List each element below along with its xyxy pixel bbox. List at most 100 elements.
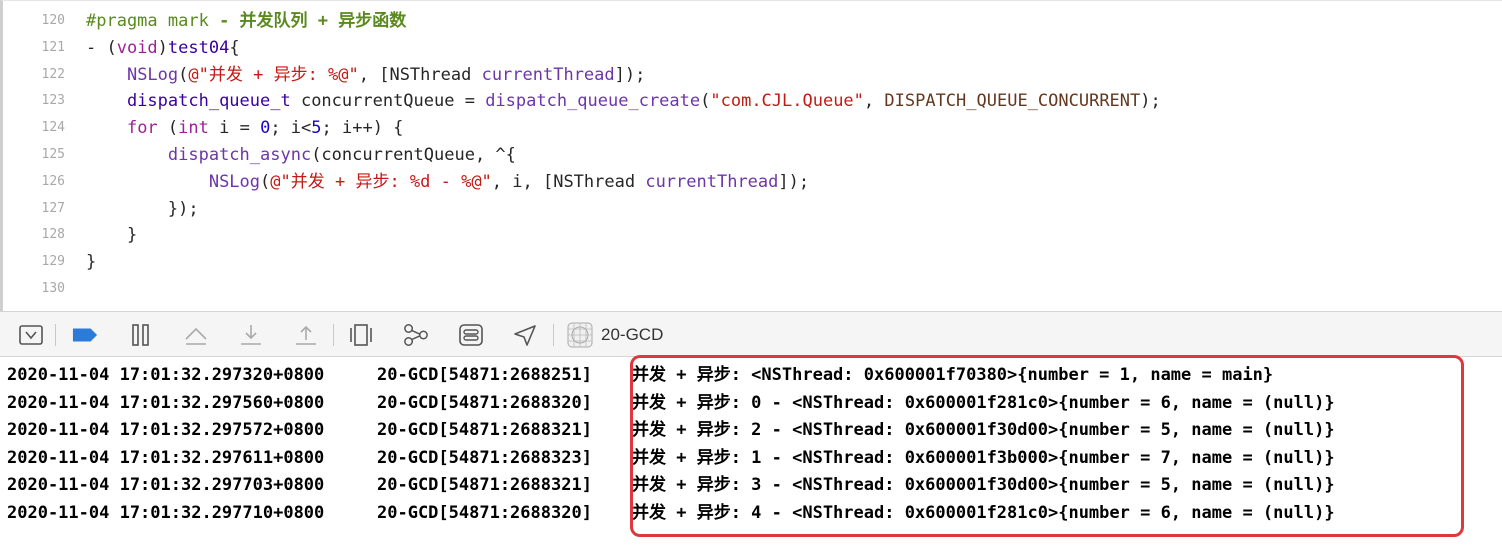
- memory-graph-icon: [404, 324, 428, 346]
- source-editor[interactable]: 120 #pragma mark - 并发队列 + 异步函数 121 - (void)…: [0, 0, 1502, 311]
- code-token: ; i++) {: [321, 118, 404, 139]
- code-token: int: [178, 118, 209, 139]
- code-token: });: [86, 198, 199, 219]
- line-number: 130: [41, 281, 65, 296]
- code-token: {: [229, 37, 240, 58]
- log-process: 20-GCD[54871:2688251]: [377, 365, 592, 385]
- location-icon: [514, 325, 536, 346]
- line-number: 120: [41, 13, 65, 28]
- code-token: (: [260, 171, 271, 192]
- console-log-line[interactable]: 2020-11-04 17:01:32.297710+0800 20-GCD[54…: [7, 500, 1335, 527]
- console-log-line[interactable]: 2020-11-04 17:01:32.297611+0800 20-GCD[54…: [7, 445, 1335, 472]
- step-over-icon: [185, 327, 207, 345]
- line-number: 128: [41, 227, 65, 243]
- code-token: (: [700, 91, 711, 112]
- line-number: 125: [41, 147, 65, 162]
- code-token: "com.CJL.Queue": [710, 91, 864, 112]
- log-message: 并发 + 异步: 2 - <NSThread: 0x600001f30d00>{…: [632, 420, 1335, 441]
- code-token: 5: [311, 118, 322, 139]
- code-token: ,: [863, 91, 885, 112]
- step-over-button[interactable]: [183, 322, 209, 348]
- code-token: 0: [260, 118, 271, 139]
- code-token: , i, [NSThread: [491, 171, 646, 192]
- log-timestamp: 2020-11-04 17:01:32.297710+0800: [7, 503, 325, 523]
- code-token: (: [178, 64, 189, 85]
- view-hierarchy-button[interactable]: [348, 322, 374, 348]
- breakpoint-icon: [72, 328, 98, 342]
- target-label[interactable]: 20-GCD: [601, 325, 663, 345]
- code-text: for (int i = 0; i<5; i++) {: [86, 116, 403, 140]
- line-number: 122: [41, 66, 65, 82]
- pause-button[interactable]: [128, 322, 154, 348]
- environment-overrides-icon: [459, 324, 483, 346]
- code-text: }: [86, 223, 137, 247]
- line-number: 123: [41, 93, 65, 109]
- code-text: NSLog(@"并发 + 异步: %@", [NSThread currentT…: [86, 63, 645, 87]
- code-token: , [NSThread: [358, 64, 482, 85]
- console-log-line[interactable]: 2020-11-04 17:01:32.297572+0800 20-GCD[54…: [7, 417, 1335, 444]
- line-number: 121: [41, 39, 65, 55]
- code-token: for: [126, 118, 158, 139]
- code-text: dispatch_async(concurrentQueue, ^{: [86, 143, 516, 167]
- console-log-line[interactable]: 2020-11-04 17:01:32.297320+0800 20-GCD[54…: [7, 362, 1273, 389]
- code-text: NSLog(@"并发 + 异步: %d - %@", i, [NSThread …: [86, 170, 809, 194]
- target-selector[interactable]: [567, 322, 593, 348]
- code-text: #pragma mark - 并发队列 + 异步函数: [86, 9, 406, 33]
- log-timestamp: 2020-11-04 17:01:32.297320+0800: [7, 365, 325, 385]
- code-token: dispatch_async: [167, 145, 312, 165]
- log-message: 并发 + 异步: 3 - <NSThread: 0x600001f30d00>{…: [632, 475, 1335, 496]
- toolbar-divider: [553, 324, 554, 346]
- log-process: 20-GCD[54871:2688320]: [377, 503, 592, 523]
- breakpoints-toggle-button[interactable]: [72, 322, 98, 348]
- line-number: 126: [41, 173, 65, 189]
- step-into-button[interactable]: [238, 322, 264, 348]
- code-token: @"并发 + 异步: %@": [188, 64, 359, 85]
- toolbar-divider: [55, 324, 56, 346]
- code-token: }: [86, 252, 97, 273]
- log-process: 20-GCD[54871:2688323]: [377, 447, 592, 468]
- console-output[interactable]: 2020-11-04 17:01:32.297320+0800 20-GCD[54…: [0, 357, 1502, 546]
- code-token: void: [116, 37, 158, 58]
- code-token: ]);: [614, 64, 646, 85]
- environment-overrides-button[interactable]: [458, 322, 484, 348]
- log-timestamp: 2020-11-04 17:01:32.297572+0800: [7, 420, 325, 441]
- code-token: - 并发队列 + 异步函数: [219, 11, 407, 31]
- log-timestamp: 2020-11-04 17:01:32.297611+0800: [7, 447, 325, 468]
- pause-icon: [132, 324, 149, 346]
- code-token: }: [86, 225, 138, 246]
- toolbar-divider: [333, 324, 334, 346]
- line-number: 129: [41, 254, 65, 270]
- code-token: ; i<: [270, 118, 312, 139]
- log-timestamp: 2020-11-04 17:01:32.297560+0800: [7, 392, 325, 413]
- console-log-line[interactable]: 2020-11-04 17:01:32.297703+0800 20-GCD[54…: [7, 472, 1335, 499]
- code-token: NSLog: [126, 64, 179, 85]
- code-token: test04: [167, 37, 230, 58]
- log-message: 并发 + 异步: 4 - <NSThread: 0x600001f281c0>{…: [632, 503, 1335, 523]
- code-token: dispatch_queue_create: [485, 91, 701, 112]
- log-message: 并发 + 异步: 1 - <NSThread: 0x600001f3b000>{…: [632, 447, 1335, 468]
- line-number: 127: [41, 200, 65, 216]
- code-text: });: [86, 197, 199, 221]
- step-out-button[interactable]: [293, 322, 319, 348]
- app-target-icon: [567, 322, 593, 348]
- console-log-line[interactable]: 2020-11-04 17:01:32.297560+0800 20-GCD[54…: [7, 390, 1335, 417]
- log-process: 20-GCD[54871:2688320]: [377, 392, 592, 413]
- step-into-icon: [241, 325, 261, 345]
- hide-debug-area-button[interactable]: [18, 322, 44, 348]
- code-token: @"并发 + 异步: %d - %@": [270, 171, 492, 192]
- log-message: 并发 + 异步: <NSThread: 0x600001f70380>{numb…: [632, 365, 1274, 385]
- code-text: }: [86, 250, 96, 274]
- memory-graph-button[interactable]: [403, 322, 429, 348]
- code-token: - (: [86, 37, 117, 58]
- code-token: currentThread: [645, 171, 779, 192]
- simulate-location-button[interactable]: [512, 322, 538, 348]
- code-text: - (void)test04{: [86, 36, 240, 60]
- view-hierarchy-icon: [350, 324, 372, 346]
- code-token: DISPATCH_QUEUE_CONCURRENT: [884, 91, 1141, 112]
- code-token: );: [1140, 91, 1161, 112]
- code-token: (: [157, 118, 179, 139]
- code-token: ]);: [778, 171, 810, 192]
- code-token: #pragma mark: [86, 11, 220, 31]
